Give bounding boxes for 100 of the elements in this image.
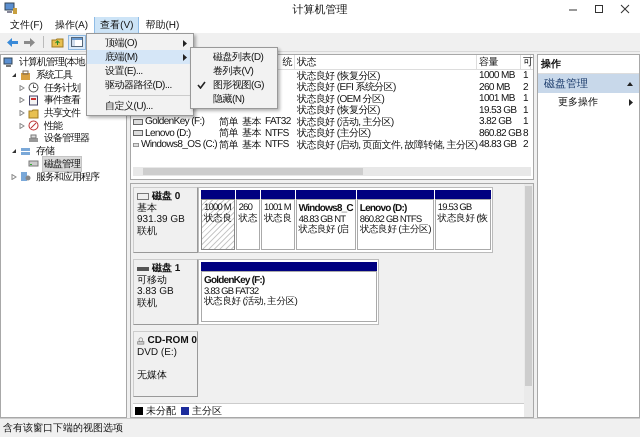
action-section[interactable]: 磁盘管理 — [538, 74, 639, 93]
status-bar: 含有该窗口下端的视图选项 — [0, 418, 640, 437]
table-cell: 状态良好 (恢复分区) — [297, 105, 380, 116]
disk-info: 基本 — [137, 202, 158, 214]
horizontal-scrollbar[interactable] — [133, 167, 531, 176]
disk-info: 联机 — [137, 298, 158, 309]
table-cell: 状态良好 (OEM 分区) — [297, 94, 384, 105]
menu-item[interactable]: 图形视图(G) — [191, 78, 277, 92]
menu-item[interactable]: 文件(F) — [4, 16, 49, 34]
clock-icon — [28, 82, 39, 94]
close-icon[interactable] — [620, 4, 630, 14]
table-cell: 1 — [523, 70, 528, 82]
partition-info: 状态良好 (恢 — [438, 214, 488, 224]
table-cell: 260 MB — [479, 82, 510, 93]
column-header[interactable]: 可 — [523, 55, 532, 69]
vertical-scrollbar[interactable] — [524, 184, 533, 417]
table-cell: 1 — [523, 93, 528, 104]
table-cell: 基本 — [242, 116, 261, 128]
partition-info: 860.82 GB NTFS — [360, 214, 423, 224]
table-cell: 3.82 GB — [479, 116, 512, 128]
action-item[interactable]: 更多操作 — [538, 93, 639, 111]
table-cell: 19.53 GB — [479, 104, 516, 116]
table-cell: 简单 — [219, 140, 238, 151]
menu-item[interactable]: 驱动器路径(D)... — [87, 78, 193, 92]
partition-info: 48.83 GB NT — [298, 214, 346, 224]
menu-item[interactable]: 底端(M) — [87, 50, 193, 64]
disk-info: 无媒体 — [137, 370, 168, 382]
table-cell: 状态良好 (启动, 页面文件, 故障转储, 主分区) — [297, 140, 478, 151]
table-cell: NTFS — [265, 128, 289, 139]
disk-name: CD-ROM 0 — [148, 335, 197, 347]
column-header[interactable]: 容量 — [479, 55, 498, 69]
disk-info: 联机 — [137, 226, 158, 237]
collapsed-arrow-icon[interactable] — [19, 110, 25, 116]
window-title: 计算机管理 — [292, 3, 348, 17]
tree-item[interactable]: 磁盘管理 — [42, 156, 82, 172]
submenu-arrow-icon — [629, 98, 633, 106]
collapsed-arrow-icon[interactable] — [19, 122, 25, 129]
table-cell: 860.82 GB — [479, 128, 522, 139]
table-cell: 2 — [523, 139, 528, 150]
maximize-icon[interactable] — [594, 4, 604, 14]
tree-toggle-button[interactable] — [68, 34, 86, 50]
back-icon[interactable] — [6, 36, 19, 48]
legend-label: 主分区 — [192, 404, 222, 418]
table-cell: FAT32 — [265, 116, 291, 128]
legend-label: 未分配 — [146, 404, 176, 418]
table-cell: 状态良好 (主分区) — [297, 128, 370, 140]
menu-item[interactable]: 卷列表(V) — [191, 64, 277, 78]
collapsed-arrow-icon[interactable] — [19, 84, 25, 91]
collapse-icon[interactable] — [627, 82, 633, 86]
menu-item[interactable]: 设置(E)... — [87, 64, 193, 78]
menu-item[interactable]: 自定义(U)... — [87, 99, 193, 113]
table-cell: 基本 — [242, 128, 261, 140]
disk-name: 磁盘 1 — [152, 263, 180, 274]
folder-icon — [28, 108, 39, 119]
computer-icon — [4, 2, 18, 15]
table-cell: 1001 MB — [479, 93, 515, 104]
partition-info: 状态良 — [204, 214, 232, 224]
collapsed-arrow-icon[interactable] — [19, 97, 25, 104]
storage-icon — [20, 146, 31, 157]
optical-drive-icon — [137, 335, 145, 347]
expanded-arrow-icon[interactable] — [11, 72, 17, 78]
menu-item[interactable]: 帮助(H) — [139, 16, 186, 34]
table-cell: 1000 MB — [479, 70, 515, 82]
expanded-arrow-icon[interactable] — [11, 148, 17, 154]
partition-name: Lenovo (D:) — [360, 204, 408, 214]
table-cell: 简单 — [219, 128, 238, 140]
partition-info: 状态 — [238, 214, 258, 224]
table-cell: 1 — [523, 104, 528, 116]
partition-info: 19.53 GB — [438, 203, 473, 213]
table-cell: Windows8_OS (C:) — [141, 139, 217, 150]
table-cell: 状态良好 (恢复分区) — [297, 70, 380, 82]
menu-item[interactable]: 顶端(O) — [87, 36, 193, 50]
menu-item[interactable]: 操作(A) — [48, 16, 94, 34]
partition-name: Windows8_C — [298, 204, 353, 214]
toolbox-icon — [20, 70, 31, 81]
table-cell: GoldenKey (F:) — [145, 116, 204, 128]
partition-info: 260 — [238, 203, 254, 213]
table-cell: 1 — [523, 116, 528, 128]
table-cell: Lenovo (D:) — [145, 128, 191, 139]
column-header[interactable]: 状态 — [297, 55, 316, 69]
table-cell: 48.83 GB — [479, 139, 516, 150]
disk-info: DVD (E:) — [137, 347, 178, 358]
partition-name: GoldenKey (F:) — [204, 276, 266, 286]
partition-info: 状态良好 (主分区) — [360, 225, 431, 236]
menu-item[interactable]: 磁盘列表(D) — [191, 50, 277, 64]
column-header[interactable]: 统 — [282, 55, 292, 69]
forward-icon[interactable] — [23, 36, 36, 48]
table-cell: 基本 — [242, 140, 261, 151]
collapsed-arrow-icon[interactable] — [11, 174, 17, 180]
table-cell: 状态良好 (活动, 主分区) — [297, 116, 394, 128]
menu-item[interactable]: 隐藏(N) — [191, 92, 277, 106]
table-cell: 8 — [523, 128, 528, 139]
printer-icon — [28, 132, 39, 144]
partition-info: 状态良好 (活动, 主分区) — [204, 297, 298, 308]
disk-info: 3.83 GB — [137, 286, 175, 298]
disk-info: 可移动 — [137, 274, 168, 286]
disk-info: 931.39 GB — [137, 214, 186, 226]
folder-up-icon[interactable] — [51, 36, 64, 48]
table-cell: 简单 — [219, 116, 238, 128]
removable-drive-icon — [137, 266, 149, 271]
